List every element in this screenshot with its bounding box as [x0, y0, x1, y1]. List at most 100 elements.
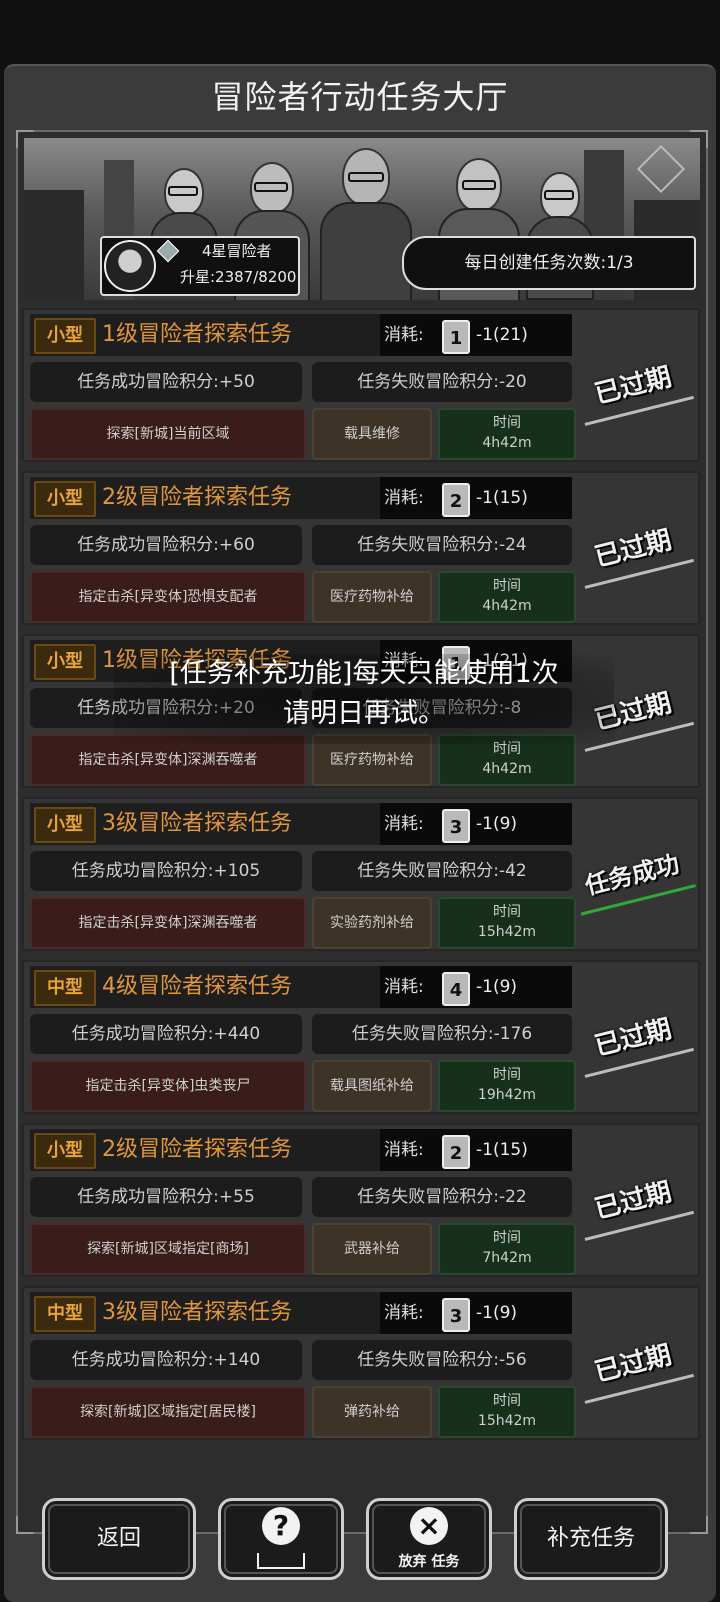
- task-name: 3级冒险者探索任务: [102, 1300, 292, 1325]
- fail-penalty: 任务失败冒险积分:-56: [312, 1340, 572, 1380]
- success-reward: 任务成功冒险积分:+105: [30, 851, 302, 891]
- task-size-tag: 小型: [34, 807, 96, 843]
- task-cost: -1(9): [476, 1303, 518, 1323]
- refill-task-button[interactable]: 补充任务: [514, 1498, 668, 1580]
- task-name: 2级冒险者探索任务: [102, 485, 292, 510]
- task-cost: -1(9): [476, 977, 518, 997]
- task-size-tag: 中型: [34, 1296, 96, 1332]
- task-objective: 指定击杀[异变体]恐惧支配者: [30, 571, 306, 623]
- time-value: 4h42m: [482, 761, 532, 777]
- gem-icon: [156, 239, 180, 263]
- task-objective: 指定击杀[异变体]虫类丧尸: [30, 1060, 306, 1112]
- task-header: 小型 3级冒险者探索任务 消耗: LV.3 -1(9): [30, 803, 572, 845]
- task-name: 3级冒险者探索任务: [102, 811, 292, 836]
- back-button[interactable]: 返回: [42, 1498, 196, 1580]
- time-label: 时间: [493, 1067, 521, 1083]
- success-reward: 任务成功冒险积分:+60: [30, 525, 302, 565]
- task-supply: 弹药补给: [312, 1386, 432, 1438]
- time-label: 时间: [493, 1393, 521, 1409]
- time-value: 4h42m: [482, 435, 532, 451]
- avatar: [104, 240, 156, 292]
- task-level: 1: [449, 328, 463, 349]
- task-size-tag: 小型: [34, 644, 96, 680]
- time-value: 19h42m: [477, 1087, 537, 1103]
- task-objective: 指定击杀[异变体]深渊吞噬者: [30, 897, 306, 949]
- task-card[interactable]: 中型 3级冒险者探索任务 消耗: LV.3 -1(9) 任务成功冒险积分:+14…: [22, 1286, 700, 1440]
- abandon-task-label: 放弃 任务: [398, 1554, 460, 1570]
- task-time: 时间 4h42m: [438, 408, 576, 460]
- task-size-tag: 小型: [34, 318, 96, 354]
- task-name: 1级冒险者探索任务: [102, 322, 292, 347]
- corner-ornament: [16, 1516, 34, 1534]
- task-name: 4级冒险者探索任务: [102, 974, 292, 999]
- task-level: 3: [449, 1306, 463, 1327]
- task-card[interactable]: 小型 1级冒险者探索任务 消耗: LV.1 -1(21) 任务成功冒险积分:+5…: [22, 308, 700, 462]
- task-time: 时间 15h42m: [438, 897, 576, 949]
- task-status-stamp: 已过期: [573, 1331, 695, 1404]
- task-card[interactable]: 小型 3级冒险者探索任务 消耗: LV.3 -1(9) 任务成功冒险积分:+10…: [22, 797, 700, 951]
- time-label: 时间: [493, 904, 521, 920]
- daily-create-count: 每日创建任务次数:1/3: [402, 236, 696, 290]
- cost-label: 消耗:: [384, 814, 424, 834]
- task-level: 2: [449, 1143, 463, 1164]
- task-supply: 载具维修: [312, 408, 432, 460]
- player-info: 4星冒险者 升星:2387/8200: [100, 236, 300, 296]
- task-cost: -1(9): [476, 814, 518, 834]
- time-value: 4h42m: [482, 598, 532, 614]
- task-time: 时间 4h42m: [438, 571, 576, 623]
- task-header: 中型 4级冒险者探索任务 消耗: LV.4 -1(9): [30, 966, 572, 1008]
- task-level: 2: [449, 491, 463, 512]
- task-objective: 探索[新城]当前区域: [30, 408, 306, 460]
- task-time: 时间 7h42m: [438, 1223, 576, 1275]
- task-card[interactable]: 小型 2级冒险者探索任务 消耗: LV.2 -1(15) 任务成功冒险积分:+6…: [22, 471, 700, 625]
- task-header: 中型 3级冒险者探索任务 消耗: LV.3 -1(9): [30, 1292, 572, 1334]
- main-panel: 冒险者行动任务大厅 4星冒险者 升星:2387/8200 每日创建任务次数:1/…: [4, 64, 716, 1602]
- time-label: 时间: [493, 1230, 521, 1246]
- time-label: 时间: [493, 415, 521, 431]
- task-card[interactable]: 中型 4级冒险者探索任务 消耗: LV.4 -1(9) 任务成功冒险积分:+44…: [22, 960, 700, 1114]
- task-size-tag: 小型: [34, 481, 96, 517]
- task-size-tag: 中型: [34, 970, 96, 1006]
- success-reward: 任务成功冒险积分:+140: [30, 1340, 302, 1380]
- task-status-stamp: 已过期: [573, 1168, 695, 1241]
- task-header: 小型 2级冒险者探索任务 消耗: LV.2 -1(15): [30, 1129, 572, 1171]
- fail-penalty: 任务失败冒险积分:-24: [312, 525, 572, 565]
- cost-label: 消耗:: [384, 1303, 424, 1323]
- player-rank: 4星冒险者: [202, 242, 272, 260]
- fail-penalty: 任务失败冒险积分:-22: [312, 1177, 572, 1217]
- task-header: 小型 2级冒险者探索任务 消耗: LV.2 -1(15): [30, 477, 572, 519]
- success-reward: 任务成功冒险积分:+440: [30, 1014, 302, 1054]
- help-button[interactable]: ?: [218, 1498, 344, 1580]
- task-level: 4: [449, 980, 463, 1001]
- task-name: 2级冒险者探索任务: [102, 1137, 292, 1162]
- refill-task-label: 补充任务: [546, 1526, 635, 1551]
- task-supply: 载具图纸补给: [312, 1060, 432, 1112]
- task-time: 时间 19h42m: [438, 1060, 576, 1112]
- task-supply: 医疗药物补给: [312, 571, 432, 623]
- task-status-stamp: 已过期: [573, 1005, 695, 1078]
- task-objective: 探索[新城]区域指定[居民楼]: [30, 1386, 306, 1438]
- task-status-stamp: 已过期: [573, 353, 695, 426]
- task-supply: 实验药剂补给: [312, 897, 432, 949]
- adventurers-banner: 4星冒险者 升星:2387/8200 每日创建任务次数:1/3: [24, 138, 700, 300]
- cost-label: 消耗:: [384, 325, 424, 345]
- level-card-icon: LV.2: [442, 1135, 470, 1169]
- toast-line-2: 请明日再试。: [283, 698, 445, 729]
- task-cost: -1(21): [476, 325, 528, 345]
- level-card-icon: LV.2: [442, 483, 470, 517]
- task-time: 时间 15h42m: [438, 1386, 576, 1438]
- fail-penalty: 任务失败冒险积分:-42: [312, 851, 572, 891]
- time-value: 15h42m: [477, 1413, 537, 1429]
- abandon-task-button[interactable]: × 放弃 任务: [366, 1498, 492, 1580]
- fail-penalty: 任务失败冒险积分:-20: [312, 362, 572, 402]
- cost-label: 消耗:: [384, 488, 424, 508]
- level-card-icon: LV.1: [442, 320, 470, 354]
- task-header: 小型 1级冒险者探索任务 消耗: LV.1 -1(21): [30, 314, 572, 356]
- emblem-icon: [636, 144, 686, 194]
- task-cost: -1(15): [476, 488, 528, 508]
- task-card[interactable]: 小型 2级冒险者探索任务 消耗: LV.2 -1(15) 任务成功冒险积分:+5…: [22, 1123, 700, 1277]
- map-base-icon: [257, 1553, 305, 1569]
- question-icon: ?: [262, 1507, 300, 1545]
- cost-label: 消耗:: [384, 1140, 424, 1160]
- fail-penalty: 任务失败冒险积分:-176: [312, 1014, 572, 1054]
